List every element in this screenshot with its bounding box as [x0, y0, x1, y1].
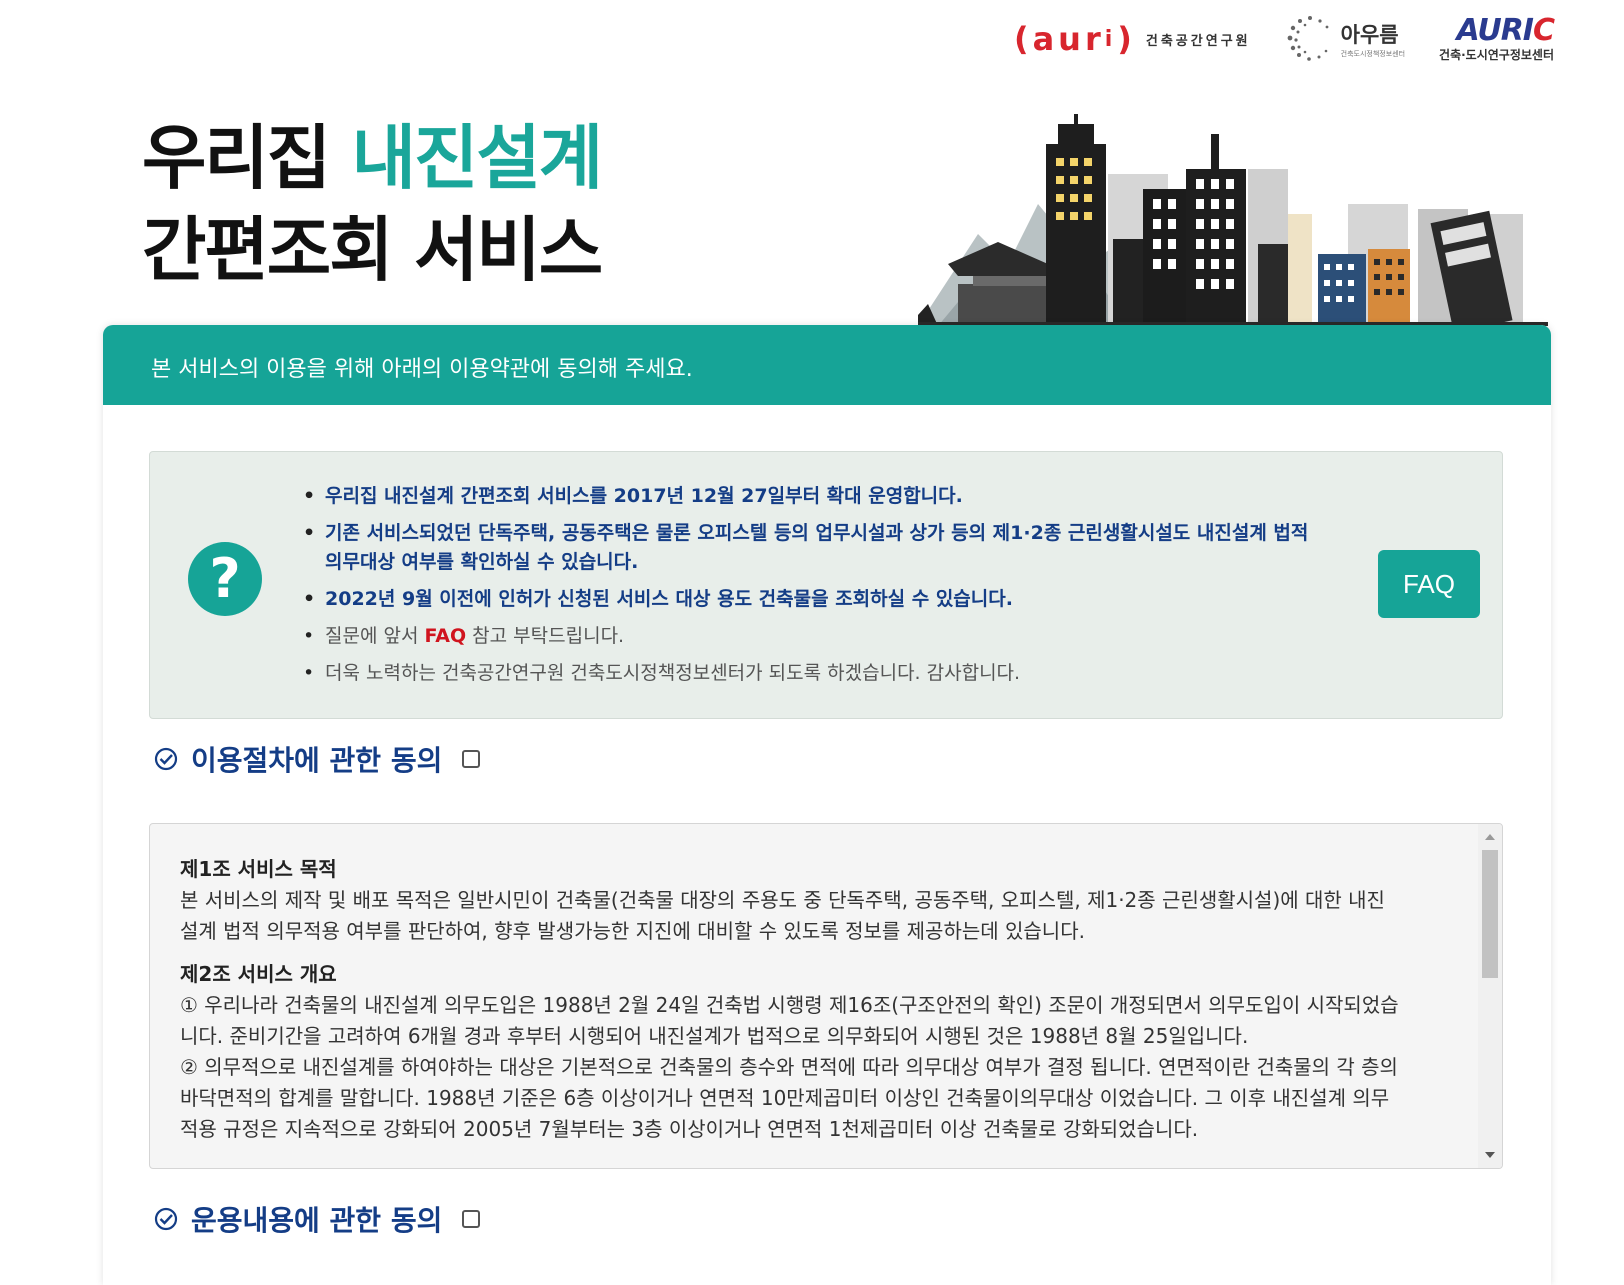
aurum-logo[interactable]: 아우름 건축도시정책정보센터 [1285, 14, 1405, 64]
article-2-para-1: ① 우리나라 건축물의 내진설계 의무도입은 1988년 2월 24일 건축법 … [180, 993, 1399, 1048]
article-2-para-2: ② 의무적으로 내진설계를 하여야하는 대상은 기본적으로 건축물의 층수와 면… [180, 1055, 1398, 1141]
operation-consent-label: 운용내용에 관한 동의 [191, 1204, 443, 1237]
aurai-logo-mark: (auri) [1013, 20, 1136, 58]
auric-logo-mark: AURIC [1456, 12, 1555, 48]
title-line1-plain: 우리집 [142, 117, 352, 199]
notice-item-3: 2022년 9월 이전에 인허가 신청된 서비스 대상 용도 건축물을 조회하실… [303, 585, 1325, 614]
notice-item-4: 더욱 노력하는 건축공간연구원 건축도시정책정보센터가 되도록 하겠습니다. 감… [303, 659, 1325, 688]
title-line1-accent: 내진설계 [351, 117, 604, 199]
notice-item-2: 기존 서비스되었던 단독주택, 공동주택은 물론 오피스텔 등의 업무시설과 상… [303, 519, 1325, 577]
faq-button[interactable]: FAQ [1378, 550, 1480, 618]
scroll-down-arrow-icon[interactable] [1485, 1152, 1495, 1158]
auric-logo[interactable]: AURIC 건축·도시연구정보센터 [1439, 12, 1555, 63]
auric-logo-text: 건축·도시연구정보센터 [1439, 47, 1554, 62]
scroll-up-arrow-icon[interactable] [1485, 834, 1495, 840]
terms-textarea[interactable]: 제1조 서비스 목적 본 서비스의 제작 및 배포 목적은 일반시민이 건축물(… [149, 823, 1503, 1169]
scroll-thumb[interactable] [1482, 850, 1498, 978]
aurum-logo-text: 아우름 [1340, 23, 1399, 47]
question-mark-icon: ? [188, 542, 262, 616]
check-circle-icon [154, 747, 178, 771]
terms-scrollbar[interactable] [1478, 824, 1502, 1168]
aurum-logo-subtext: 건축도시정책정보센터 [1340, 50, 1406, 58]
article-1-body: 본 서비스의 제작 및 배포 목적은 일반시민이 건축물(건축물 대장의 주용도… [180, 888, 1385, 943]
procedure-consent-header: 이용절차에 관한 동의 [153, 739, 481, 779]
aurum-ring-icon [1287, 16, 1329, 61]
procedure-consent-label: 이용절차에 관한 동의 [191, 744, 443, 777]
article-1-title: 제1조 서비스 목적 [180, 857, 337, 881]
header-logos: (auri) 건축공간연구원 아우름 건축도시정책정보센터 AURIC 건축·도… [1014, 12, 1555, 64]
page-title: 우리집 내진설계 간편조회 서비스 [142, 112, 604, 296]
notice-box: ? 우리집 내진설계 간편조회 서비스를 2017년 12월 27일부터 확대 … [149, 451, 1503, 719]
terms-content: 제1조 서비스 목적 본 서비스의 제작 및 배포 목적은 일반시민이 건축물(… [180, 854, 1402, 1145]
aurai-logo[interactable]: (auri) 건축공간연구원 [1014, 20, 1251, 58]
faq-inline-link[interactable]: FAQ [424, 625, 466, 647]
check-circle-icon [154, 1207, 178, 1231]
operation-consent-checkbox[interactable] [462, 1210, 481, 1228]
article-2-title: 제2조 서비스 개요 [180, 962, 337, 986]
operation-consent-header: 운용내용에 관한 동의 [153, 1199, 481, 1239]
notice-item-faq: 질문에 앞서 FAQ 참고 부탁드립니다. [303, 622, 1325, 651]
card-header: 본 서비스의 이용을 위해 아래의 이용약관에 동의해 주세요. [103, 325, 1551, 405]
city-skyline-illustration [918, 114, 1548, 326]
aurai-logo-text: 건축공간연구원 [1145, 33, 1251, 49]
procedure-consent-checkbox[interactable] [462, 750, 481, 768]
title-line2: 간편조회 서비스 [142, 209, 603, 291]
notice-item-1: 우리집 내진설계 간편조회 서비스를 2017년 12월 27일부터 확대 운영… [303, 482, 1325, 511]
notice-list: 우리집 내진설계 간편조회 서비스를 2017년 12월 27일부터 확대 운영… [303, 482, 1325, 696]
terms-card: 본 서비스의 이용을 위해 아래의 이용약관에 동의해 주세요. ? 우리집 내… [103, 325, 1551, 1285]
